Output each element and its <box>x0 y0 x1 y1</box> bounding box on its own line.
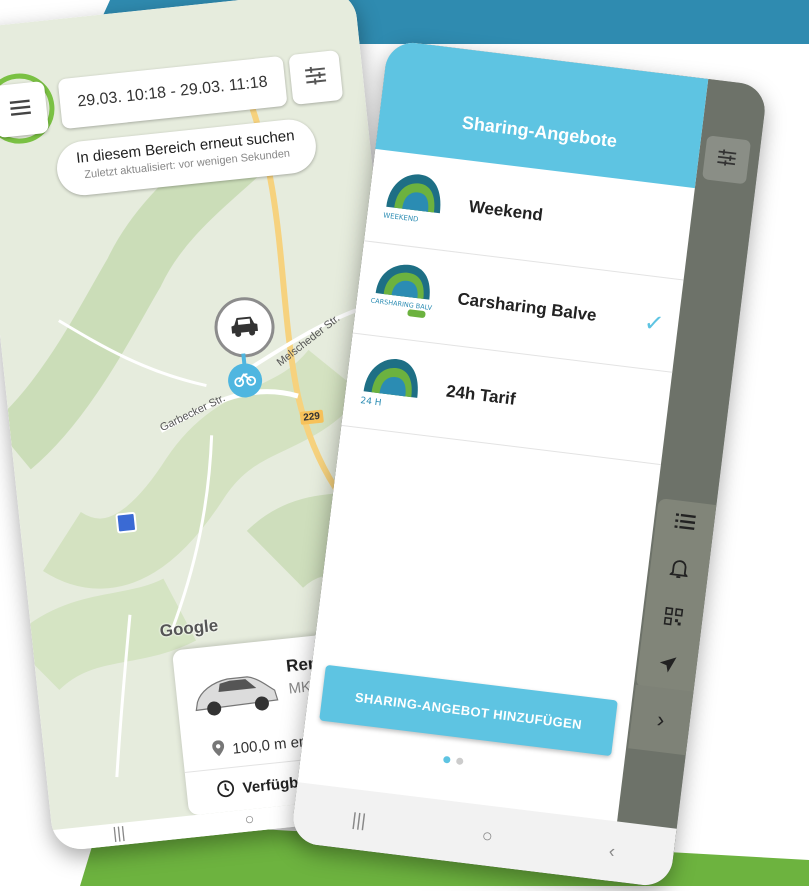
recent-apps-button[interactable]: ||| <box>112 825 126 844</box>
drawer-title: Sharing-Angebote <box>460 112 619 152</box>
weekend-logo-icon: WEEKEND <box>380 167 448 230</box>
navigation-icon[interactable] <box>657 654 678 679</box>
24h-tarif-logo-icon: 24 H <box>358 351 426 414</box>
page-indicator <box>442 755 464 766</box>
page-dot <box>455 757 464 766</box>
hamburger-icon <box>9 98 31 121</box>
car-icon <box>228 312 261 342</box>
road-number-badge: 229 <box>299 409 324 425</box>
carsharing-balve-logo-icon: CARSHARING BALVE <box>369 259 437 322</box>
filter-button[interactable] <box>288 49 344 105</box>
logo-lettering: WEEKEND <box>383 211 419 223</box>
add-sharing-offer-button[interactable]: SHARING-ANGEBOT HINZUFÜGEN <box>319 664 618 757</box>
expand-button[interactable]: › <box>628 684 694 756</box>
logo-lettering: 24 H <box>360 396 382 408</box>
filter-button-dimmed[interactable] <box>702 135 752 185</box>
sliders-icon <box>716 148 737 171</box>
page-dot-active <box>442 755 451 764</box>
offer-name: 24h Tarif <box>445 381 517 409</box>
offer-name: Carsharing Balve <box>456 289 598 326</box>
qr-icon[interactable] <box>663 607 684 632</box>
offer-name: Weekend <box>467 196 544 225</box>
sliders-icon <box>304 65 327 90</box>
location-pin-icon <box>212 740 226 761</box>
home-button[interactable]: ○ <box>481 825 494 847</box>
menu-button[interactable] <box>0 80 50 139</box>
checkmark-icon: ✓ <box>642 308 666 338</box>
car-image <box>188 662 283 726</box>
date-range-text: 29.03. 10:18 - 29.03. 11:18 <box>76 73 269 111</box>
chevron-right-icon: › <box>655 706 667 733</box>
back-button[interactable]: ‹ <box>608 840 616 862</box>
bell-icon[interactable] <box>668 558 690 585</box>
add-button-label: SHARING-ANGEBOT HINZUFÜGEN <box>354 689 583 732</box>
recent-apps-button[interactable]: ||| <box>351 809 367 832</box>
list-icon[interactable] <box>674 513 696 536</box>
bike-icon <box>233 369 257 392</box>
bus-stop-icon[interactable] <box>115 511 138 534</box>
home-button[interactable]: ○ <box>244 811 256 830</box>
clock-icon <box>216 778 236 802</box>
